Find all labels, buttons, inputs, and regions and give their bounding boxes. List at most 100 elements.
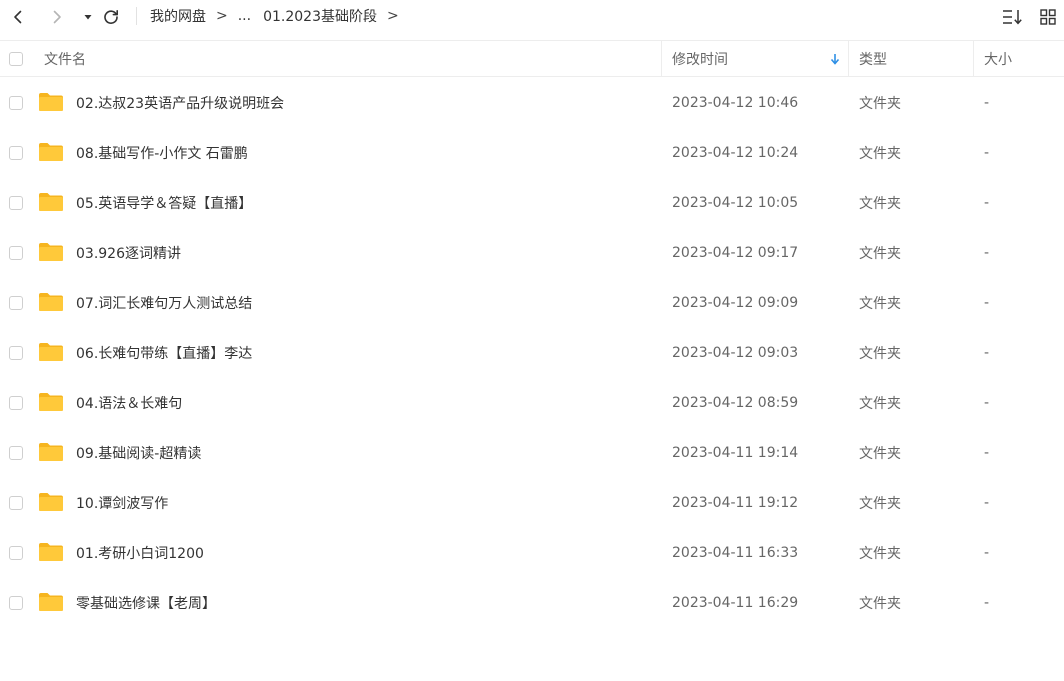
folder-icon [39,293,63,311]
folder-icon [39,143,63,161]
column-divider[interactable] [848,41,849,77]
row-checkbox[interactable] [9,196,23,210]
file-name[interactable]: 零基础选修课【老周】 [76,578,216,628]
file-type: 文件夹 [859,496,901,512]
refresh-icon [104,10,118,24]
file-type: 文件夹 [859,446,901,462]
table-row[interactable]: 07.词汇长难句万人测试总结 2023-04-12 09:09 文件夹 - [0,278,1064,328]
row-checkbox[interactable] [9,546,23,560]
file-size: - [984,345,990,361]
breadcrumb-separator: > [216,8,228,24]
file-size: - [984,545,990,561]
grid-view-icon [1040,9,1056,25]
row-checkbox[interactable] [9,246,23,260]
table-row[interactable]: 06.长难句带练【直播】李达 2023-04-12 09:03 文件夹 - [0,328,1064,378]
file-type: 文件夹 [859,246,901,262]
breadcrumb-ellipsis[interactable]: ... [238,8,251,24]
row-checkbox[interactable] [9,296,23,310]
column-header-size[interactable]: 大小 [984,41,1012,77]
column-divider[interactable] [661,41,662,77]
file-modified: 2023-04-12 09:03 [672,345,799,361]
file-name[interactable]: 03.926逐词精讲 [76,228,181,278]
file-name[interactable]: 02.达叔23英语产品升级说明班会 [76,78,284,128]
file-type: 文件夹 [859,146,901,162]
file-modified: 2023-04-12 08:59 [672,395,799,411]
breadcrumb-current[interactable]: 01.2023基础阶段 [263,6,377,26]
select-all-checkbox[interactable] [9,41,23,77]
table-row[interactable]: 10.谭剑波写作 2023-04-11 19:12 文件夹 - [0,478,1064,528]
table-header: 文件名 修改时间 类型 大小 [0,40,1064,77]
file-name[interactable]: 08.基础写作-小作文 石雷鹏 [76,128,248,178]
table-row[interactable]: 03.926逐词精讲 2023-04-12 09:17 文件夹 - [0,228,1064,278]
file-name[interactable]: 09.基础阅读-超精读 [76,428,201,478]
file-size: - [984,245,990,261]
file-size: - [984,145,990,161]
file-modified: 2023-04-12 10:46 [672,95,799,111]
file-type: 文件夹 [859,96,901,112]
folder-icon [39,593,63,611]
column-divider[interactable] [973,41,974,77]
file-name[interactable]: 05.英语导学＆答疑【直播】 [76,178,252,228]
file-type: 文件夹 [859,196,901,212]
row-checkbox[interactable] [9,96,23,110]
column-header-modified[interactable]: 修改时间 [672,41,728,77]
row-checkbox[interactable] [9,446,23,460]
folder-icon [39,493,63,511]
file-modified: 2023-04-11 19:12 [672,495,799,511]
chevron-right-icon [53,10,61,24]
file-size: - [984,195,990,211]
folder-icon [39,93,63,111]
column-header-type[interactable]: 类型 [859,41,887,77]
row-checkbox[interactable] [9,396,23,410]
file-size: - [984,295,990,311]
breadcrumb-root[interactable]: 我的网盘 [150,6,206,26]
refresh-button[interactable] [99,5,123,29]
back-button[interactable] [6,5,30,29]
list-view-icon [1003,10,1022,25]
chevron-left-icon [14,10,22,24]
table-row[interactable]: 01.考研小白词1200 2023-04-11 16:33 文件夹 - [0,528,1064,578]
file-size: - [984,445,990,461]
sort-indicator[interactable] [829,52,841,70]
file-type: 文件夹 [859,596,901,612]
list-view-button[interactable] [1000,5,1024,29]
history-dropdown-button[interactable] [76,5,100,29]
file-type: 文件夹 [859,396,901,412]
file-list: 02.达叔23英语产品升级说明班会 2023-04-12 10:46 文件夹 -… [0,78,1064,628]
grid-view-button[interactable] [1036,5,1060,29]
row-checkbox[interactable] [9,496,23,510]
table-row[interactable]: 02.达叔23英语产品升级说明班会 2023-04-12 10:46 文件夹 - [0,78,1064,128]
file-name[interactable]: 04.语法＆长难句 [76,378,182,428]
file-size: - [984,595,990,611]
table-row[interactable]: 零基础选修课【老周】 2023-04-11 16:29 文件夹 - [0,578,1064,628]
table-row[interactable]: 09.基础阅读-超精读 2023-04-11 19:14 文件夹 - [0,428,1064,478]
table-row[interactable]: 08.基础写作-小作文 石雷鹏 2023-04-12 10:24 文件夹 - [0,128,1064,178]
file-modified: 2023-04-12 10:05 [672,195,799,211]
file-modified: 2023-04-12 09:09 [672,295,799,311]
folder-icon [39,343,63,361]
file-size: - [984,395,990,411]
file-name[interactable]: 07.词汇长难句万人测试总结 [76,278,252,328]
folder-icon [39,443,63,461]
row-checkbox[interactable] [9,346,23,360]
row-checkbox[interactable] [9,596,23,610]
file-modified: 2023-04-11 19:14 [672,445,799,461]
file-name[interactable]: 06.长难句带练【直播】李达 [76,328,252,378]
folder-icon [39,393,63,411]
breadcrumb-separator[interactable]: > [387,8,399,24]
table-row[interactable]: 05.英语导学＆答疑【直播】 2023-04-12 10:05 文件夹 - [0,178,1064,228]
checkbox[interactable] [9,52,23,66]
file-name[interactable]: 10.谭剑波写作 [76,478,168,528]
forward-button[interactable] [45,5,69,29]
file-modified: 2023-04-11 16:29 [672,595,799,611]
toolbar: 我的网盘 > ... 01.2023基础阶段 > [0,0,1064,34]
file-size: - [984,495,990,511]
arrow-down-icon [830,54,840,65]
caret-down-icon [84,15,92,20]
file-modified: 2023-04-12 10:24 [672,145,799,161]
file-type: 文件夹 [859,546,901,562]
table-row[interactable]: 04.语法＆长难句 2023-04-12 08:59 文件夹 - [0,378,1064,428]
file-name[interactable]: 01.考研小白词1200 [76,528,204,578]
row-checkbox[interactable] [9,146,23,160]
column-header-name[interactable]: 文件名 [44,41,86,77]
